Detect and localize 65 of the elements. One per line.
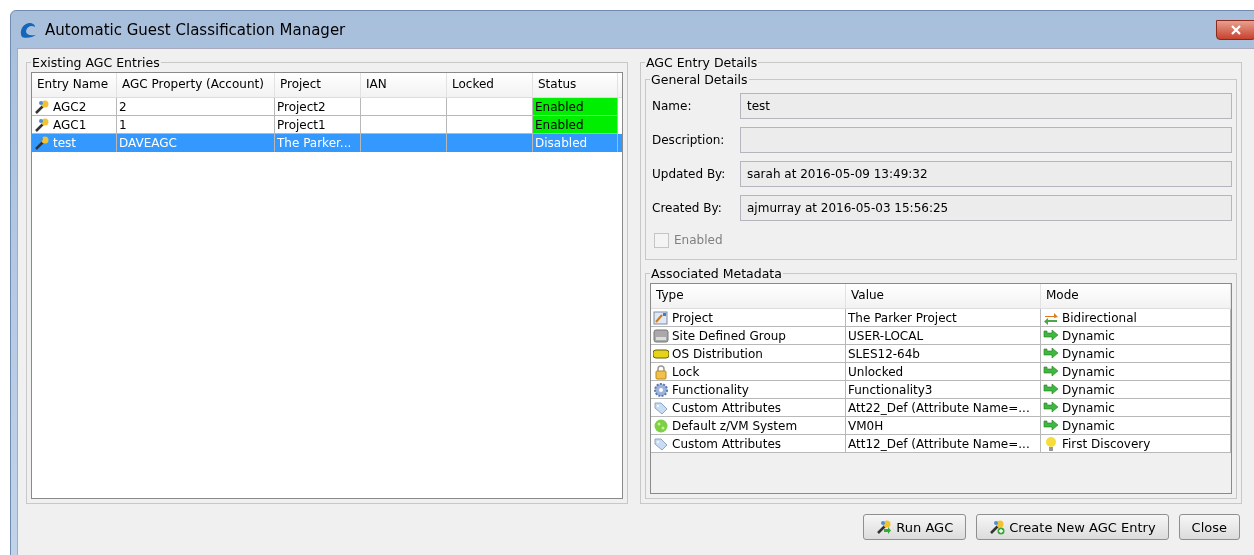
wand-icon: [34, 98, 50, 115]
window-title: Automatic Guest Classification Manager: [45, 20, 346, 39]
field-label: Description:: [651, 133, 726, 147]
project-icon: [653, 309, 669, 326]
column-header[interactable]: AGC Property (Account): [117, 73, 275, 97]
column-header[interactable]: Status: [533, 73, 618, 97]
table-cell: test: [32, 134, 117, 152]
group-title: General Details: [650, 72, 749, 87]
lock-icon: [653, 363, 669, 380]
dialog-button[interactable]: Close: [1178, 514, 1240, 540]
right-arrow-icon: [1043, 381, 1059, 398]
right-arrow-icon: [1043, 399, 1059, 416]
table-row[interactable]: Site Defined Group USER-LOCAL Dynamic: [651, 327, 1231, 345]
table-cell: Custom Attributes: [651, 435, 846, 453]
field-label: Updated By:: [651, 167, 727, 181]
table-row[interactable]: OS Distribution SLES12-64b Dynamic: [651, 345, 1231, 363]
column-header[interactable]: Value: [846, 284, 1041, 308]
table-cell: First Discovery: [1041, 435, 1231, 453]
text-field[interactable]: ajmurray at 2016-05-03 15:56:25: [740, 195, 1232, 221]
column-header[interactable]: Type: [651, 284, 846, 308]
close-icon: [1230, 24, 1242, 35]
column-header[interactable]: IAN: [361, 73, 447, 97]
wand-icon: [34, 116, 50, 133]
table-row[interactable]: Default z/VM System VM0H Dynamic: [651, 417, 1231, 435]
table-row[interactable]: Custom Attributes Att22_Def (Attribute Name=... Dynamic: [651, 399, 1231, 417]
table-row[interactable]: Custom Attributes Att12_Def (Attribute Name=... First Discovery: [651, 435, 1231, 453]
field-label: Created By:: [651, 201, 723, 215]
checkbox-label: Enabled: [674, 233, 723, 247]
right-arrow-icon: [1043, 345, 1059, 362]
dialog-button[interactable]: Create New AGC Entry: [976, 514, 1169, 540]
gear-icon: [653, 381, 669, 398]
column-header[interactable]: Project: [275, 73, 361, 97]
tag-icon: [653, 435, 669, 452]
dialog-button[interactable]: Run AGC: [863, 514, 967, 540]
group-title: Associated Metadata: [650, 266, 783, 281]
panel-title: Existing AGC Entries: [31, 55, 161, 70]
lightbulb-icon: [1043, 435, 1059, 452]
server-icon: [653, 327, 669, 344]
status-cell: Disabled: [533, 134, 618, 152]
text-field[interactable]: sarah at 2016-05-09 13:49:32: [740, 161, 1232, 187]
status-cell: Enabled: [533, 98, 618, 116]
close-button[interactable]: [1216, 19, 1254, 40]
wave-logo-icon: [19, 20, 37, 39]
right-arrow-icon: [1043, 417, 1059, 434]
table-cell: The Parker...: [275, 134, 361, 152]
column-header[interactable]: Entry Name: [32, 73, 117, 97]
table-row[interactable]: Lock Unlocked Dynamic: [651, 363, 1231, 381]
status-cell: Enabled: [533, 116, 618, 134]
table-cell: Att12_Def (Attribute Name=...: [846, 435, 1041, 453]
cluster-icon: [653, 417, 669, 434]
panel-title: AGC Entry Details: [645, 55, 759, 70]
wand-run-icon: [876, 519, 893, 535]
tag-icon: [653, 399, 669, 416]
field-label: Name:: [651, 99, 693, 113]
wand-icon: [34, 134, 50, 151]
column-header[interactable]: Locked: [447, 73, 533, 97]
text-field[interactable]: test: [740, 93, 1232, 119]
table-cell: DAVEAGC: [117, 134, 275, 152]
wand-add-icon: [989, 519, 1006, 535]
text-field[interactable]: [740, 127, 1232, 153]
column-header[interactable]: Mode: [1041, 284, 1231, 308]
right-arrow-icon: [1043, 327, 1059, 344]
right-arrow-icon: [1043, 363, 1059, 380]
table-row[interactable]: Project The Parker Project Bidirectional: [651, 309, 1231, 327]
table-row[interactable]: Functionality Functionality3 Dynamic: [651, 381, 1231, 399]
